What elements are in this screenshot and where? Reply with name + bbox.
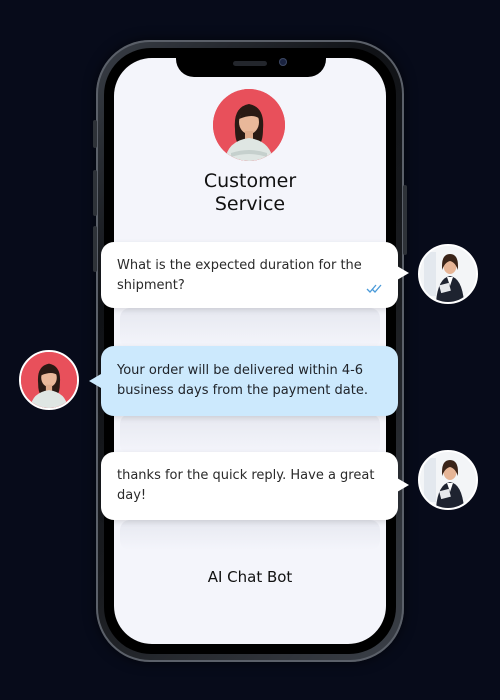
businesswoman-portrait-icon	[420, 452, 476, 508]
bubble-tail	[397, 478, 409, 492]
speaker-grille	[233, 61, 267, 66]
customer-avatar	[418, 450, 478, 510]
phone-side-button	[93, 226, 97, 272]
front-camera-icon	[279, 58, 287, 66]
businesswoman-portrait-icon	[420, 246, 476, 302]
background-card	[120, 520, 380, 550]
customer-message-bubble[interactable]: thanks for the quick reply. Have a great…	[101, 452, 398, 520]
customer-message-bubble[interactable]: What is the expected duration for the sh…	[101, 242, 398, 308]
bubble-tail	[89, 374, 101, 388]
woman-portrait-icon	[21, 352, 77, 408]
woman-portrait-icon	[213, 89, 285, 161]
message-text: Your order will be delivered within 4-6 …	[117, 363, 368, 398]
agent-message-bubble[interactable]: Your order will be delivered within 4-6 …	[101, 346, 398, 416]
message-text: thanks for the quick reply. Have a great…	[117, 468, 375, 503]
agent-avatar-small	[19, 350, 79, 410]
stage: Customer Service What is the expected du…	[0, 0, 500, 700]
chat-title: Customer Service	[150, 170, 350, 216]
message-text: What is the expected duration for the sh…	[117, 258, 362, 293]
phone-notch	[176, 57, 326, 77]
agent-avatar	[213, 89, 285, 161]
chat-title-line-1: Customer	[203, 170, 297, 192]
bubble-tail	[397, 266, 409, 280]
customer-avatar	[418, 244, 478, 304]
phone-side-button	[93, 120, 97, 148]
footer-label: AI Chat Bot	[207, 568, 293, 586]
phone-side-button	[93, 170, 97, 216]
background-card	[120, 414, 380, 454]
phone-power-button	[403, 185, 407, 255]
chat-title-line-2: Service	[214, 193, 286, 215]
double-check-icon	[366, 281, 384, 301]
background-card	[120, 308, 380, 348]
